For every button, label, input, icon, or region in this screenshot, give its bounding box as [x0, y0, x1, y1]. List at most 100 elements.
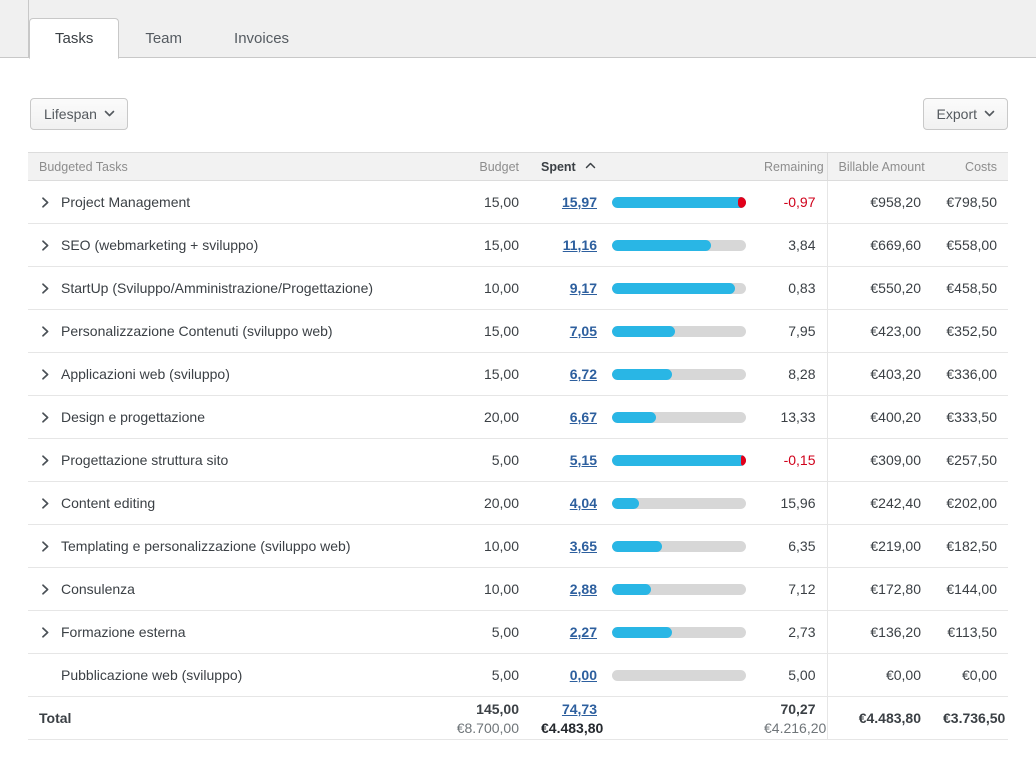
- column-header-budget[interactable]: Budget: [438, 152, 530, 181]
- expand-chevron-icon[interactable]: [39, 368, 55, 381]
- cell-progress: [608, 567, 753, 611]
- table-row[interactable]: Progettazione struttura sito 5,00 5,15 -0,1…: [28, 438, 1008, 482]
- table-row[interactable]: Consulenza 10,00 2,88 7,12 €172,80 €144,00: [28, 567, 1008, 611]
- cell-remaining: -0,97: [753, 180, 827, 224]
- cell-progress: [608, 352, 753, 396]
- cell-costs: €352,50: [932, 309, 1008, 353]
- progress-bar-fill: [612, 454, 746, 466]
- table-row[interactable]: SEO (webmarketing + sviluppo) 15,00 11,16 3…: [28, 223, 1008, 267]
- chevron-up-icon: [585, 159, 596, 173]
- total-spent-link[interactable]: 74,73: [562, 701, 597, 717]
- spent-link[interactable]: 2,27: [570, 624, 597, 640]
- expand-chevron-icon[interactable]: [39, 411, 55, 424]
- progress-bar-fill: [612, 583, 651, 595]
- tab-team[interactable]: Team: [119, 18, 208, 58]
- spent-link[interactable]: 4,04: [570, 495, 597, 511]
- column-header-costs[interactable]: Costs: [932, 152, 1008, 181]
- cell-billable-amount: €219,00: [826, 524, 932, 568]
- table-body: Project Management 15,00 15,97 -0,97 €958,20…: [28, 180, 1008, 740]
- cell-billable-amount: €136,20: [826, 610, 932, 654]
- cell-billable-amount: €550,20: [826, 266, 932, 310]
- column-header-billable[interactable]: Billable Amount: [826, 152, 932, 181]
- spent-link[interactable]: 9,17: [570, 280, 597, 296]
- cell-progress: [608, 524, 753, 568]
- cell-progress: [608, 653, 753, 697]
- task-name: Progettazione struttura sito: [61, 452, 229, 468]
- total-remaining: 70,27 €4.216,20: [753, 696, 827, 740]
- total-remaining-amount: €4.216,20: [764, 719, 827, 736]
- progress-bar: [612, 540, 746, 552]
- expand-chevron-icon[interactable]: [39, 454, 55, 467]
- cell-spent: 3,65: [530, 524, 608, 568]
- cell-billable-amount: €669,60: [826, 223, 932, 267]
- expand-chevron-icon[interactable]: [39, 325, 55, 338]
- cell-remaining: 3,84: [753, 223, 827, 267]
- expand-chevron-icon[interactable]: [39, 196, 55, 209]
- task-name: Applicazioni web (sviluppo): [61, 366, 230, 382]
- cell-task: Consulenza: [28, 567, 438, 611]
- table-row[interactable]: Applicazioni web (sviluppo) 15,00 6,72 8,28…: [28, 352, 1008, 396]
- expand-chevron-icon: [39, 669, 55, 682]
- task-name: Design e progettazione: [61, 409, 205, 425]
- total-budget-amount: €8.700,00: [456, 719, 519, 736]
- column-header-billable-label: Billable Amount: [838, 159, 925, 174]
- cell-remaining: 13,33: [753, 395, 827, 439]
- expand-chevron-icon[interactable]: [39, 583, 55, 596]
- cell-remaining: -0,15: [753, 438, 827, 482]
- spent-link[interactable]: 15,97: [562, 194, 597, 210]
- expand-chevron-icon[interactable]: [39, 282, 55, 295]
- table-row[interactable]: Content editing 20,00 4,04 15,96 €242,40 €202…: [28, 481, 1008, 525]
- tab-tasks[interactable]: Tasks: [29, 18, 120, 59]
- cell-task: Pubblicazione web (sviluppo): [28, 653, 438, 697]
- table-row[interactable]: Formazione esterna 5,00 2,27 2,73 €136,20 €11…: [28, 610, 1008, 654]
- task-name: Project Management: [61, 194, 191, 210]
- spent-link[interactable]: 11,16: [563, 237, 597, 253]
- spent-link[interactable]: 6,72: [570, 366, 597, 382]
- spent-link[interactable]: 2,88: [570, 581, 597, 597]
- column-header-remaining[interactable]: Remaining: [753, 152, 827, 181]
- table-row[interactable]: Design e progettazione 20,00 6,67 13,33 €400…: [28, 395, 1008, 439]
- cell-budget: 5,00: [438, 438, 530, 482]
- spent-link[interactable]: 6,67: [570, 409, 597, 425]
- cell-budget: 15,00: [438, 352, 530, 396]
- table-row[interactable]: Templating e personalizzazione (sviluppo…: [28, 524, 1008, 568]
- total-spent: 74,73 €4.483,80: [530, 696, 608, 740]
- table-row[interactable]: StartUp (Sviluppo/Amministrazione/Proget…: [28, 266, 1008, 310]
- cell-remaining: 5,00: [753, 653, 827, 697]
- table-row[interactable]: Pubblicazione web (sviluppo) 5,00 0,00 5,00…: [28, 653, 1008, 697]
- spent-link[interactable]: 3,65: [570, 538, 597, 554]
- column-header-spent[interactable]: Spent: [530, 152, 753, 181]
- progress-bar: [612, 669, 746, 681]
- expand-chevron-icon[interactable]: [39, 239, 55, 252]
- table-header: Budgeted Tasks Budget Spent Remaining Bi…: [28, 152, 1008, 181]
- cell-costs: €558,00: [932, 223, 1008, 267]
- tab-invoices[interactable]: Invoices: [208, 18, 315, 58]
- expand-chevron-icon[interactable]: [39, 540, 55, 553]
- cell-spent: 11,16: [530, 223, 608, 267]
- expand-chevron-icon[interactable]: [39, 626, 55, 639]
- cell-remaining: 8,28: [753, 352, 827, 396]
- task-name: Templating e personalizzazione (sviluppo…: [61, 538, 351, 554]
- cell-remaining: 6,35: [753, 524, 827, 568]
- expand-chevron-icon[interactable]: [39, 497, 55, 510]
- cell-billable-amount: €403,20: [826, 352, 932, 396]
- table-row[interactable]: Project Management 15,00 15,97 -0,97 €958,20…: [28, 180, 1008, 224]
- progress-bar-fill: [612, 325, 675, 337]
- cell-costs: €202,00: [932, 481, 1008, 525]
- export-dropdown-button[interactable]: Export: [922, 98, 1008, 130]
- cell-task: Content editing: [28, 481, 438, 525]
- column-header-budget-label: Budget: [479, 159, 519, 174]
- cell-task: StartUp (Sviluppo/Amministrazione/Proget…: [28, 266, 438, 310]
- progress-bar: [612, 368, 746, 380]
- spent-link[interactable]: 7,05: [570, 323, 597, 339]
- column-header-task[interactable]: Budgeted Tasks: [28, 152, 438, 181]
- tab-label: Tasks: [55, 30, 94, 47]
- progress-bar-fill: [612, 411, 657, 423]
- spent-link[interactable]: 5,15: [570, 452, 597, 468]
- lifespan-dropdown-button[interactable]: Lifespan: [30, 98, 128, 130]
- spent-link[interactable]: 0,00: [570, 667, 597, 683]
- table-row[interactable]: Personalizzazione Contenuti (sviluppo we…: [28, 309, 1008, 353]
- progress-bar: [612, 626, 746, 638]
- cell-spent: 2,27: [530, 610, 608, 654]
- cell-progress: [608, 481, 753, 525]
